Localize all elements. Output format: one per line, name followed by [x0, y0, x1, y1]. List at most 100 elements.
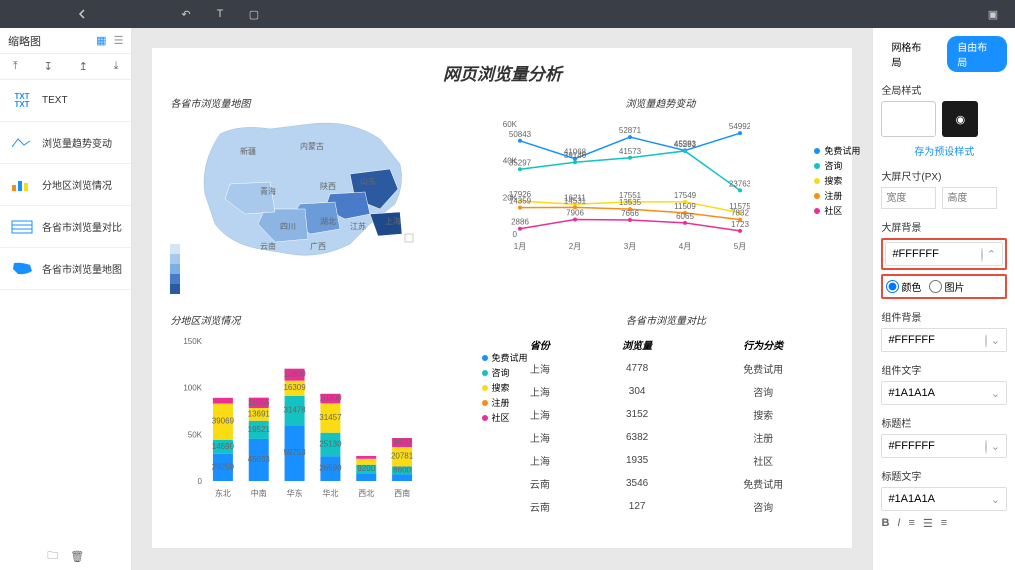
- sidebar-item-3[interactable]: 各省市浏览量对比: [0, 206, 131, 248]
- tab-grid-layout[interactable]: 网格布局: [881, 36, 941, 72]
- map-legend: [170, 244, 180, 294]
- svg-text:14531: 14531: [564, 196, 587, 205]
- bg-type-image[interactable]: 图片: [929, 279, 964, 294]
- tab-free-layout[interactable]: 自由布局: [947, 36, 1007, 72]
- table-row[interactable]: 上海304咨询: [500, 381, 833, 402]
- table-row[interactable]: 上海6382注册: [500, 427, 833, 448]
- data-table[interactable]: 省份浏览量行为分类 上海4778免费试用上海304咨询上海3152搜索上海638…: [498, 331, 835, 519]
- undo-icon[interactable]: ↶: [174, 4, 198, 24]
- sidebar-item-2[interactable]: 分地区浏览情况: [0, 164, 131, 206]
- svg-text:50K: 50K: [188, 430, 203, 439]
- svg-text:山东: 山东: [360, 176, 376, 186]
- width-input[interactable]: [881, 187, 936, 209]
- svg-text:16309: 16309: [284, 383, 307, 392]
- topbar: ↶ T ▢ ▣: [0, 0, 1015, 28]
- map-title: 各省市浏览量地图: [170, 95, 490, 110]
- titlebar-input[interactable]: #FFFFFF ⌄: [881, 434, 1007, 458]
- bold-icon[interactable]: B: [881, 517, 889, 530]
- svg-text:3月: 3月: [624, 242, 636, 251]
- svg-text:41573: 41573: [619, 147, 642, 156]
- svg-text:7906: 7906: [567, 209, 585, 218]
- line-chart[interactable]: 020K40K60K1月2月3月4月5月50843410685287145583…: [490, 114, 830, 254]
- svg-text:52871: 52871: [619, 126, 642, 135]
- svg-text:东北: 东北: [215, 488, 231, 498]
- layout-list-icon[interactable]: ☰: [114, 35, 124, 47]
- move-down-icon[interactable]: ↧: [44, 60, 53, 73]
- bg-color-input[interactable]: #FFFFFF ⌃: [885, 242, 1003, 266]
- chevron-down-icon: ⌄: [991, 335, 1000, 347]
- dashboard: 网页浏览量分析 各省市浏览量地图 新疆内蒙古: [152, 48, 852, 548]
- dashboard-title: 网页浏览量分析: [170, 60, 834, 85]
- screen-size-label: 大屏尺寸(PX): [881, 168, 1007, 183]
- back-button[interactable]: [70, 4, 94, 24]
- align-left-icon[interactable]: ≡: [908, 517, 914, 530]
- move-top-icon[interactable]: ⤒: [13, 60, 18, 73]
- table-row[interactable]: 云南3546免费试用: [500, 473, 833, 494]
- align-center-icon[interactable]: ☰: [923, 517, 933, 530]
- table-row[interactable]: 上海3152搜索: [500, 404, 833, 425]
- svg-text:39069: 39069: [212, 417, 235, 426]
- align-right-icon[interactable]: ≡: [941, 517, 947, 530]
- table-row[interactable]: 上海4778免费试用: [500, 358, 833, 379]
- panel-title: 缩略图: [8, 33, 41, 49]
- image-tool-icon[interactable]: ▢: [242, 4, 266, 24]
- style-preview-2[interactable]: ◉: [942, 101, 978, 137]
- comp-text-label: 组件文字: [881, 362, 1007, 377]
- comp-text-input[interactable]: #1A1A1A ⌄: [881, 381, 1007, 405]
- style-preview-1[interactable]: [881, 101, 936, 137]
- line-legend: 免费试用咨询搜索注册社区: [814, 144, 860, 219]
- svg-text:华东: 华东: [287, 488, 303, 498]
- svg-text:5月: 5月: [734, 242, 746, 251]
- chevron-up-icon: ⌃: [987, 249, 996, 261]
- svg-text:20781: 20781: [391, 452, 414, 461]
- delete-icon[interactable]: 🗑: [70, 550, 84, 563]
- svg-text:华北: 华北: [323, 488, 339, 498]
- svg-text:四川: 四川: [280, 222, 296, 231]
- right-panel: 网格布局 自由布局 全局样式 ◉ 存为预设样式 大屏尺寸(PX) 大屏背景 #F…: [872, 28, 1015, 570]
- preview-icon[interactable]: ▣: [981, 4, 1005, 24]
- folder-icon[interactable]: 🗀: [47, 547, 58, 566]
- bar-legend: 免费试用咨询搜索注册社区: [482, 351, 528, 426]
- layout-grid-icon[interactable]: ▦: [96, 35, 106, 47]
- table-title: 各省市浏览量对比: [498, 312, 835, 327]
- table-row[interactable]: 云南127咨询: [500, 496, 833, 517]
- text-tool-icon[interactable]: T: [208, 4, 232, 24]
- bar-chart[interactable]: 050K100K150K东北292591469039069中南450331952…: [170, 331, 487, 501]
- svg-text:西南: 西南: [395, 488, 411, 498]
- bg-type-color[interactable]: 颜色: [886, 279, 921, 294]
- italic-icon[interactable]: I: [897, 517, 900, 530]
- svg-text:2月: 2月: [569, 242, 581, 251]
- height-input[interactable]: [942, 187, 997, 209]
- titletext-input[interactable]: #1A1A1A ⌄: [881, 487, 1007, 511]
- save-preset-link[interactable]: 存为预设样式: [881, 143, 1007, 158]
- svg-text:17549: 17549: [674, 191, 697, 200]
- move-bottom-icon[interactable]: ⤓: [114, 60, 119, 73]
- canvas[interactable]: 网页浏览量分析 各省市浏览量地图 新疆内蒙古: [132, 28, 872, 570]
- svg-text:13535: 13535: [619, 198, 642, 207]
- svg-text:31478: 31478: [284, 406, 307, 415]
- titletext-label: 标题文字: [881, 468, 1007, 483]
- svg-text:8600: 8600: [394, 465, 412, 474]
- comp-bg-input[interactable]: #FFFFFF ⌄: [881, 328, 1007, 352]
- svg-text:新疆: 新疆: [240, 146, 256, 156]
- move-up-icon[interactable]: ↥: [79, 60, 88, 73]
- titlebar-label: 标题栏: [881, 415, 1007, 430]
- svg-text:10300: 10300: [320, 394, 343, 403]
- svg-text:50843: 50843: [509, 130, 532, 139]
- svg-text:广西: 广西: [310, 241, 326, 251]
- sidebar-item-0[interactable]: TXTTXTTEXT: [0, 80, 131, 122]
- sidebar-item-1[interactable]: 浏览量趋势变动: [0, 122, 131, 164]
- svg-text:0: 0: [198, 477, 203, 486]
- bar-title: 分地区浏览情况: [170, 312, 487, 327]
- table-row[interactable]: 上海1935社区: [500, 450, 833, 471]
- svg-text:上海: 上海: [385, 216, 401, 226]
- svg-text:150K: 150K: [184, 337, 203, 346]
- svg-text:6065: 6065: [677, 212, 695, 221]
- sidebar-item-4[interactable]: 各省市浏览量地图: [0, 248, 131, 290]
- svg-text:7832: 7832: [732, 209, 750, 218]
- left-panel: 缩略图 ▦ ☰ ⤒ ↧ ↥ ⤓ TXTTXTTEXT浏览量趋势变动分地区浏览情况…: [0, 28, 132, 570]
- svg-text:湖北: 湖北: [320, 217, 336, 226]
- svg-text:1723: 1723: [732, 220, 750, 229]
- svg-text:25130: 25130: [320, 439, 343, 448]
- map-chart[interactable]: 新疆内蒙古 青海陕西 山东四川 湖北江苏 云南广西 上海: [170, 114, 490, 304]
